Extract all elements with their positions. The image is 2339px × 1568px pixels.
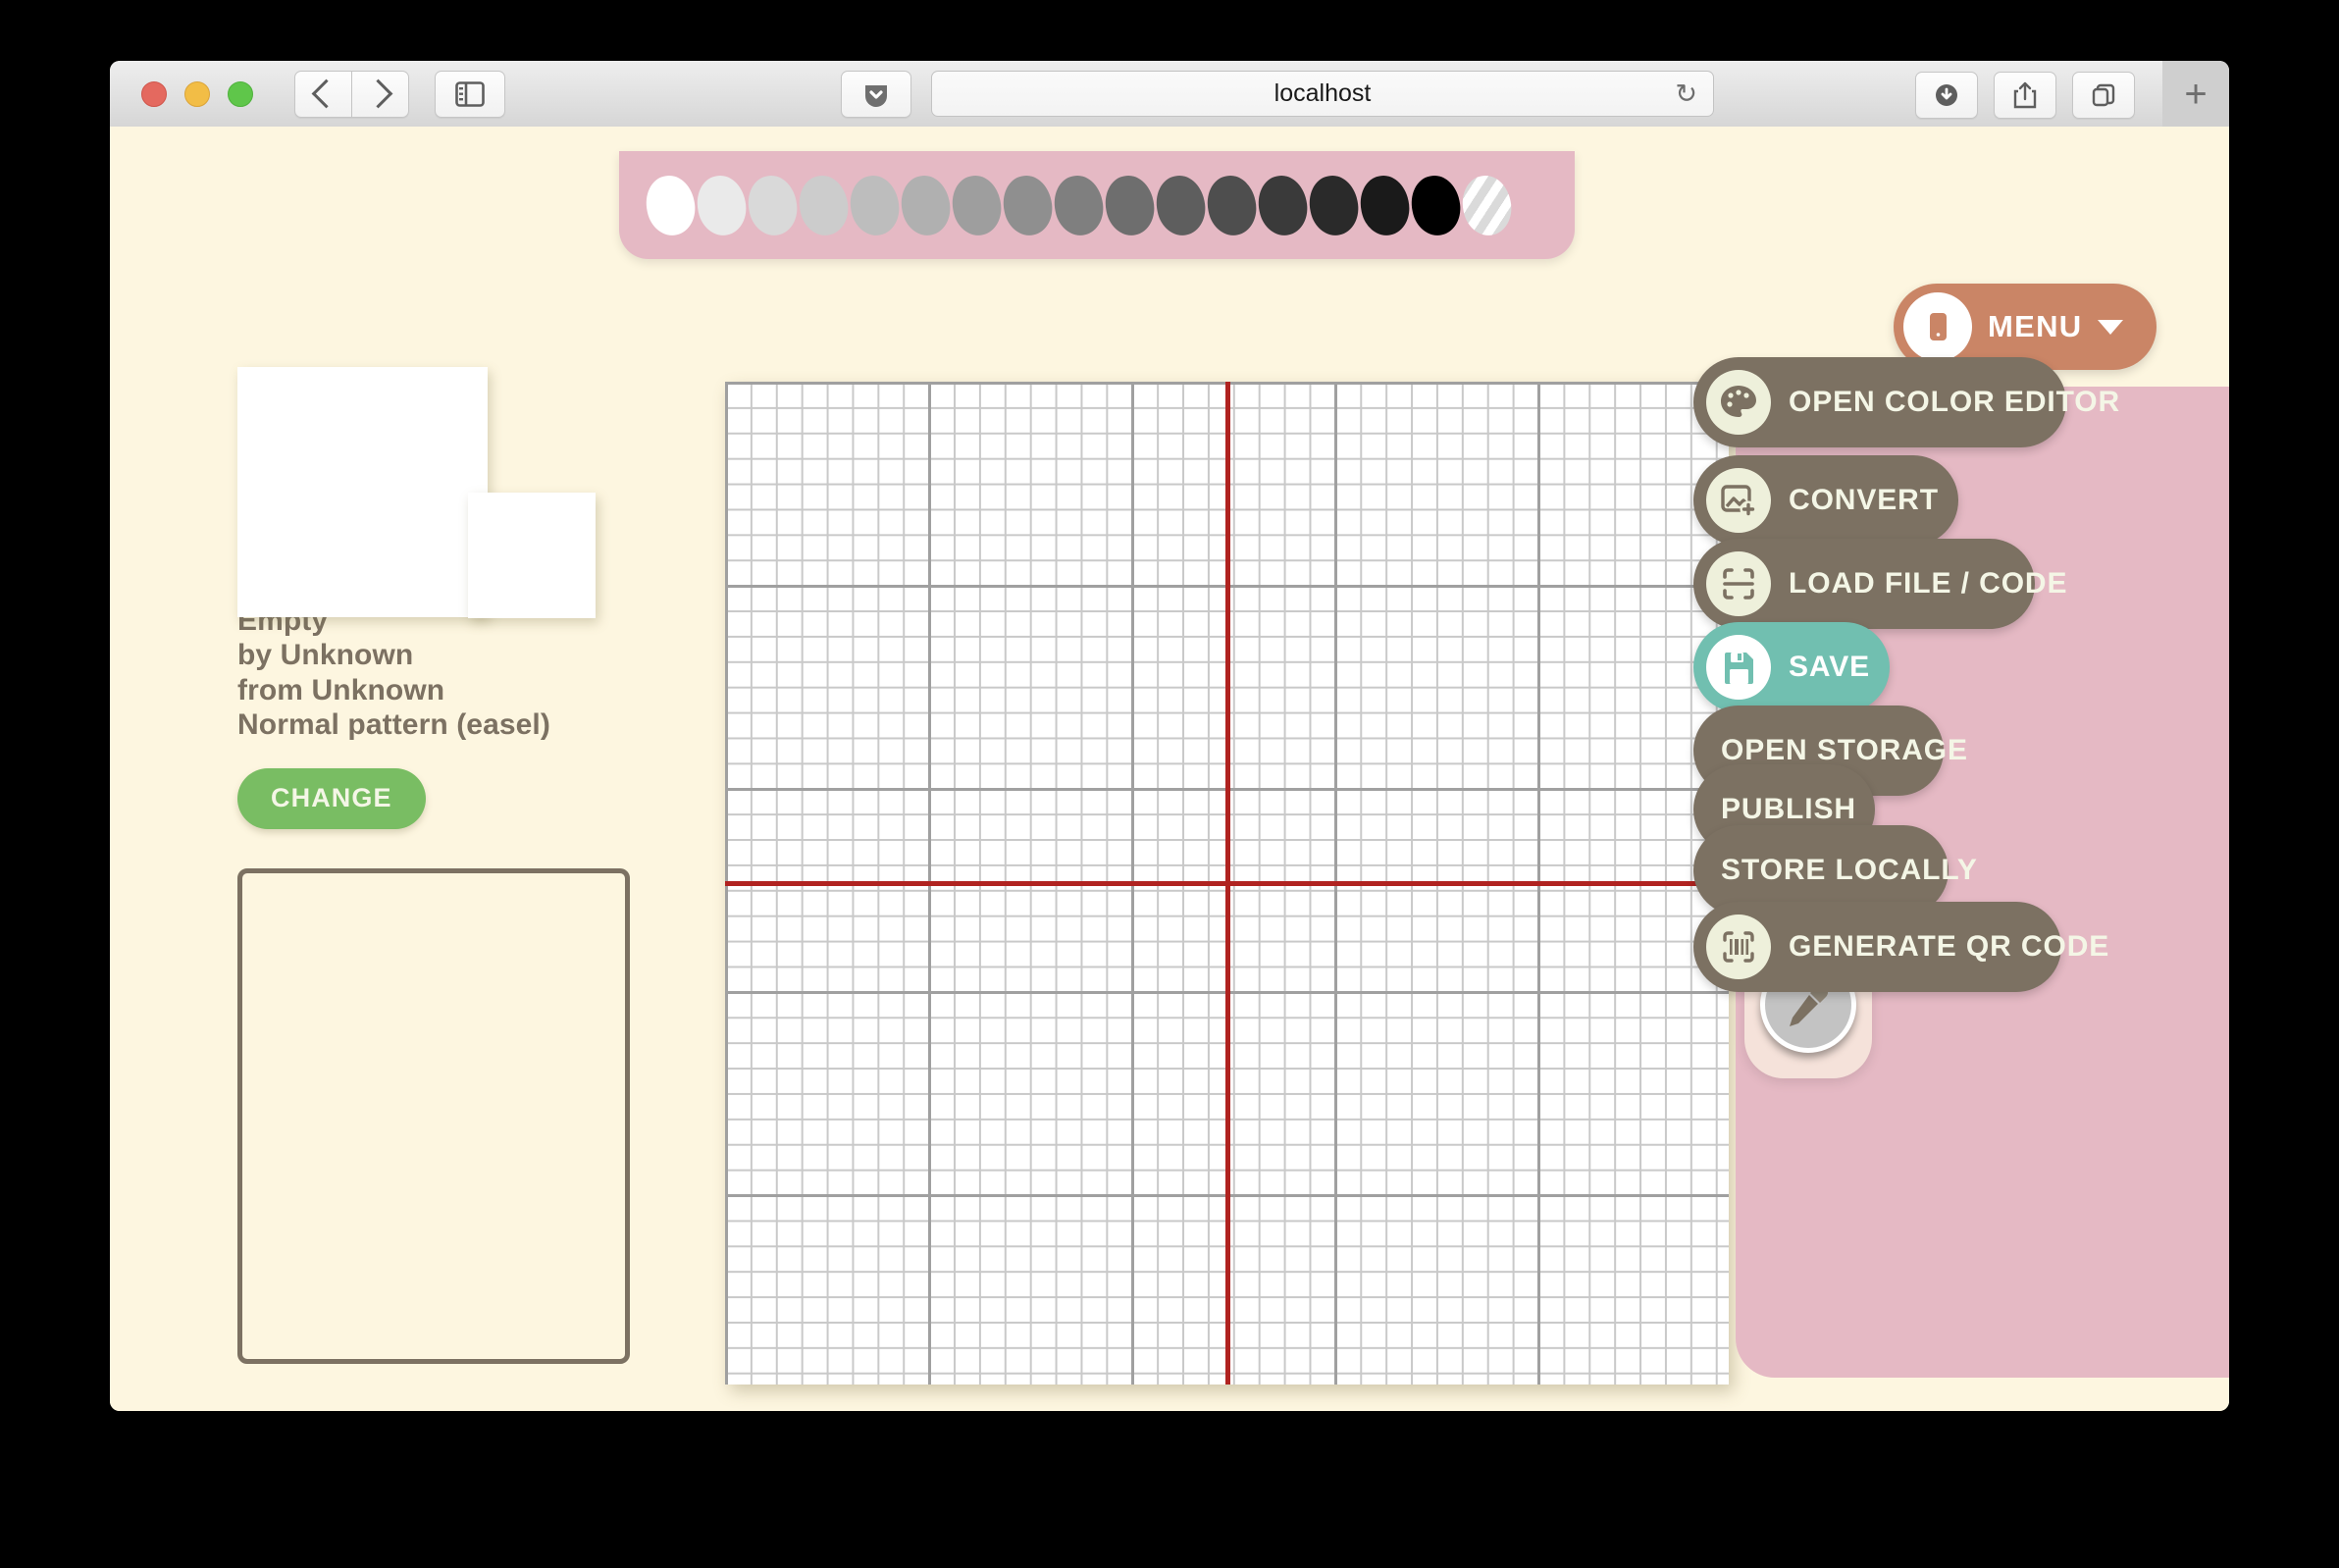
pocket-button[interactable] [841, 70, 911, 118]
browser-window: localhost ↻ + Empty by Unknown from Unkn… [110, 61, 2229, 1411]
action-button-label: CONVERT [1789, 484, 1939, 516]
color-swatch[interactable] [845, 171, 905, 239]
sidebar-toggle-icon [455, 80, 485, 107]
palette-icon [1706, 370, 1771, 435]
preview-thumbnails [237, 298, 650, 618]
color-swatch[interactable] [743, 171, 803, 239]
action-button-label: GENERATE QR CODE [1789, 930, 2110, 963]
action-button-label: LOAD FILE / CODE [1789, 567, 2068, 600]
app-page: Empty by Unknown from Unknown Normal pat… [110, 127, 2229, 1411]
toolbar-right-buttons [1915, 72, 2135, 119]
change-button[interactable]: CHANGE [237, 767, 426, 829]
left-info-panel: Empty by Unknown from Unknown Normal pat… [237, 298, 650, 1364]
color-swatch[interactable] [794, 171, 854, 239]
navigation-buttons [294, 70, 409, 118]
open-color-editor-button[interactable]: OPEN COLOR EDITOR [1693, 357, 2119, 447]
action-button-label: STORE LOCALLY [1721, 854, 1978, 886]
pattern-author: by Unknown [237, 639, 414, 672]
pattern-type: Normal pattern (easel) [237, 708, 550, 742]
menu-label: MENU [1988, 309, 2083, 343]
load-file-code-button[interactable]: LOAD FILE / CODE [1693, 539, 2067, 629]
preview-large[interactable] [237, 367, 488, 617]
color-swatch[interactable] [1202, 171, 1262, 239]
chevron-right-icon [363, 78, 392, 109]
mobile-device-icon [1930, 313, 1947, 340]
url-text: localhost [1273, 79, 1372, 107]
color-swatch[interactable] [1253, 171, 1313, 239]
chevron-down-icon [2098, 319, 2124, 335]
pocket-icon [865, 84, 887, 107]
sidebar-toggle-button[interactable] [435, 70, 505, 118]
forward-button[interactable] [352, 70, 409, 118]
share-button[interactable] [1994, 72, 2056, 119]
drawing-canvas[interactable] [725, 382, 1729, 1385]
minimize-window-button[interactable] [184, 80, 210, 107]
preview-small[interactable] [468, 493, 596, 618]
action-button-label: PUBLISH [1721, 793, 1856, 825]
generate-qr-code-button[interactable]: GENERATE QR CODE [1693, 902, 2108, 992]
color-swatch[interactable] [1151, 171, 1211, 239]
pattern-metadata: Empty by Unknown from Unknown Normal pat… [237, 603, 650, 743]
color-swatch[interactable] [1406, 171, 1466, 239]
maximize-window-button[interactable] [228, 80, 253, 107]
download-icon [1936, 84, 1957, 106]
new-tab-button[interactable]: + [2162, 61, 2229, 127]
browser-toolbar: localhost ↻ + [110, 61, 2229, 128]
color-palette-bar [619, 151, 1575, 259]
reload-button[interactable]: ↻ [1675, 80, 1697, 107]
image-plus-icon [1706, 468, 1771, 533]
action-button-label: OPEN STORAGE [1721, 734, 1968, 766]
color-swatch[interactable] [641, 171, 701, 239]
chevron-left-icon [311, 78, 340, 109]
share-icon [2013, 81, 2037, 109]
address-bar-region: localhost ↻ [841, 70, 1714, 118]
url-input[interactable]: localhost ↻ [931, 71, 1714, 117]
transparent-swatch[interactable] [1457, 171, 1517, 239]
downloads-button[interactable] [1915, 72, 1978, 119]
color-swatch[interactable] [896, 171, 956, 239]
tab-overview-icon [2092, 83, 2115, 107]
window-controls [141, 80, 253, 107]
color-swatch[interactable] [1100, 171, 1160, 239]
color-swatch[interactable] [1355, 171, 1415, 239]
action-button-label: OPEN COLOR EDITOR [1789, 386, 2121, 418]
tab-overview-button[interactable] [2072, 72, 2135, 119]
color-swatch[interactable] [1049, 171, 1109, 239]
barcode-scan-icon [1706, 915, 1771, 979]
mobile-device-icon-wrap [1903, 292, 1972, 361]
scan-frame-icon [1706, 551, 1771, 616]
floppy-disk-icon [1706, 635, 1771, 700]
color-swatch[interactable] [947, 171, 1007, 239]
action-button-label: SAVE [1789, 651, 1871, 683]
color-swatch[interactable] [1304, 171, 1364, 239]
convert-button[interactable]: CONVERT [1693, 455, 1958, 546]
color-swatch[interactable] [998, 171, 1058, 239]
close-window-button[interactable] [141, 80, 167, 107]
back-button[interactable] [294, 70, 352, 118]
pattern-source: from Unknown [237, 673, 445, 706]
save-button[interactable]: SAVE [1693, 622, 1890, 712]
empty-drop-area[interactable] [237, 867, 630, 1364]
color-swatch[interactable] [692, 171, 752, 239]
canvas-horizontal-axis [725, 881, 1729, 886]
